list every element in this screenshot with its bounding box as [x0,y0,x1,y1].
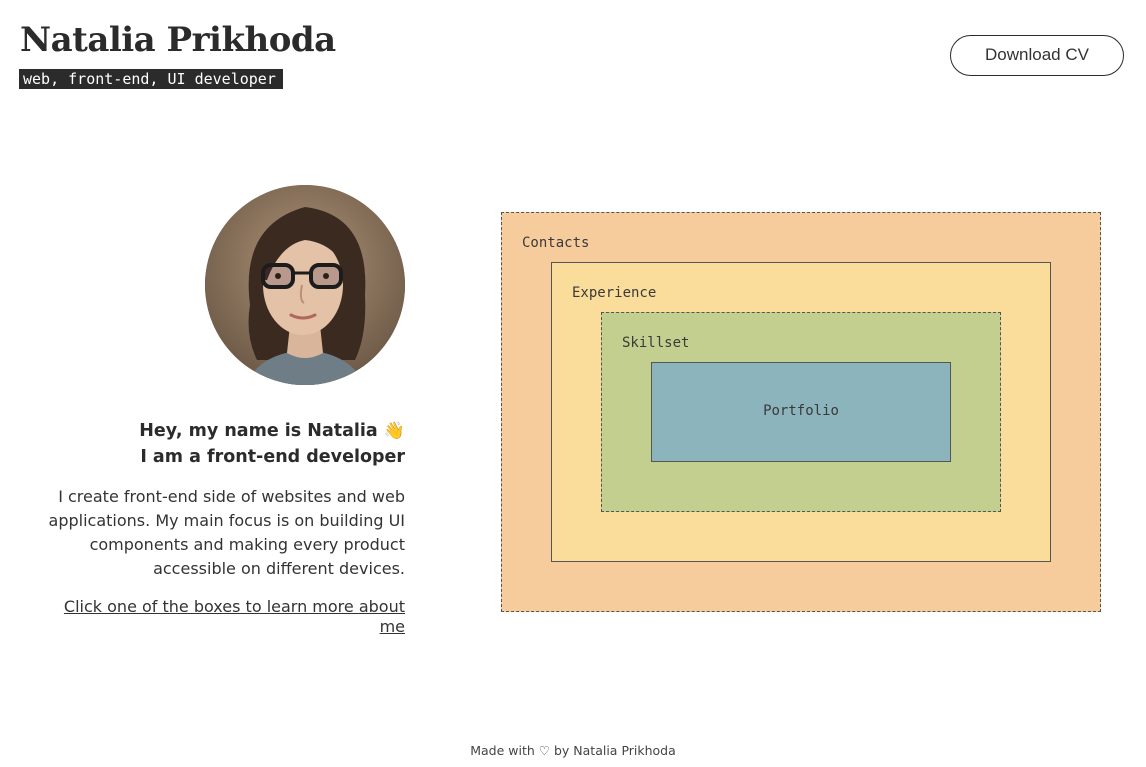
experience-label: Experience [572,285,657,301]
portfolio-box[interactable]: Portfolio [651,362,951,462]
site-tagline: web, front-end, UI developer [19,69,283,89]
contacts-box[interactable]: Contacts Experience Skillset Portfolio [501,212,1101,612]
skillset-label: Skillset [622,335,690,351]
learn-more-link[interactable]: Click one of the boxes to learn more abo… [40,597,405,637]
greeting-line-1: Hey, my name is Natalia [139,421,378,441]
portfolio-label: Portfolio [763,403,839,419]
skillset-box[interactable]: Skillset Portfolio [601,312,1001,512]
footer: Made with ♡ by Natalia Prikhoda [0,742,1146,760]
avatar [205,185,405,385]
download-cv-button[interactable]: Download CV [950,35,1124,76]
intro-section: Hey, my name is Natalia 👋 I am a front-e… [40,418,405,637]
waving-hand-icon: 👋 [383,421,405,441]
bio-text: I create front-end side of websites and … [48,487,405,578]
footer-made-with: Made with [470,743,535,758]
experience-box[interactable]: Experience Skillset Portfolio [551,262,1051,562]
greeting: Hey, my name is Natalia 👋 I am a front-e… [40,418,405,470]
footer-author: by Natalia Prikhoda [553,743,676,758]
heart-icon: ♡ [538,743,550,758]
greeting-line-2: I am a front-end developer [140,447,405,467]
site-title: Natalia Prikhoda [20,20,336,60]
contacts-label: Contacts [522,235,590,251]
